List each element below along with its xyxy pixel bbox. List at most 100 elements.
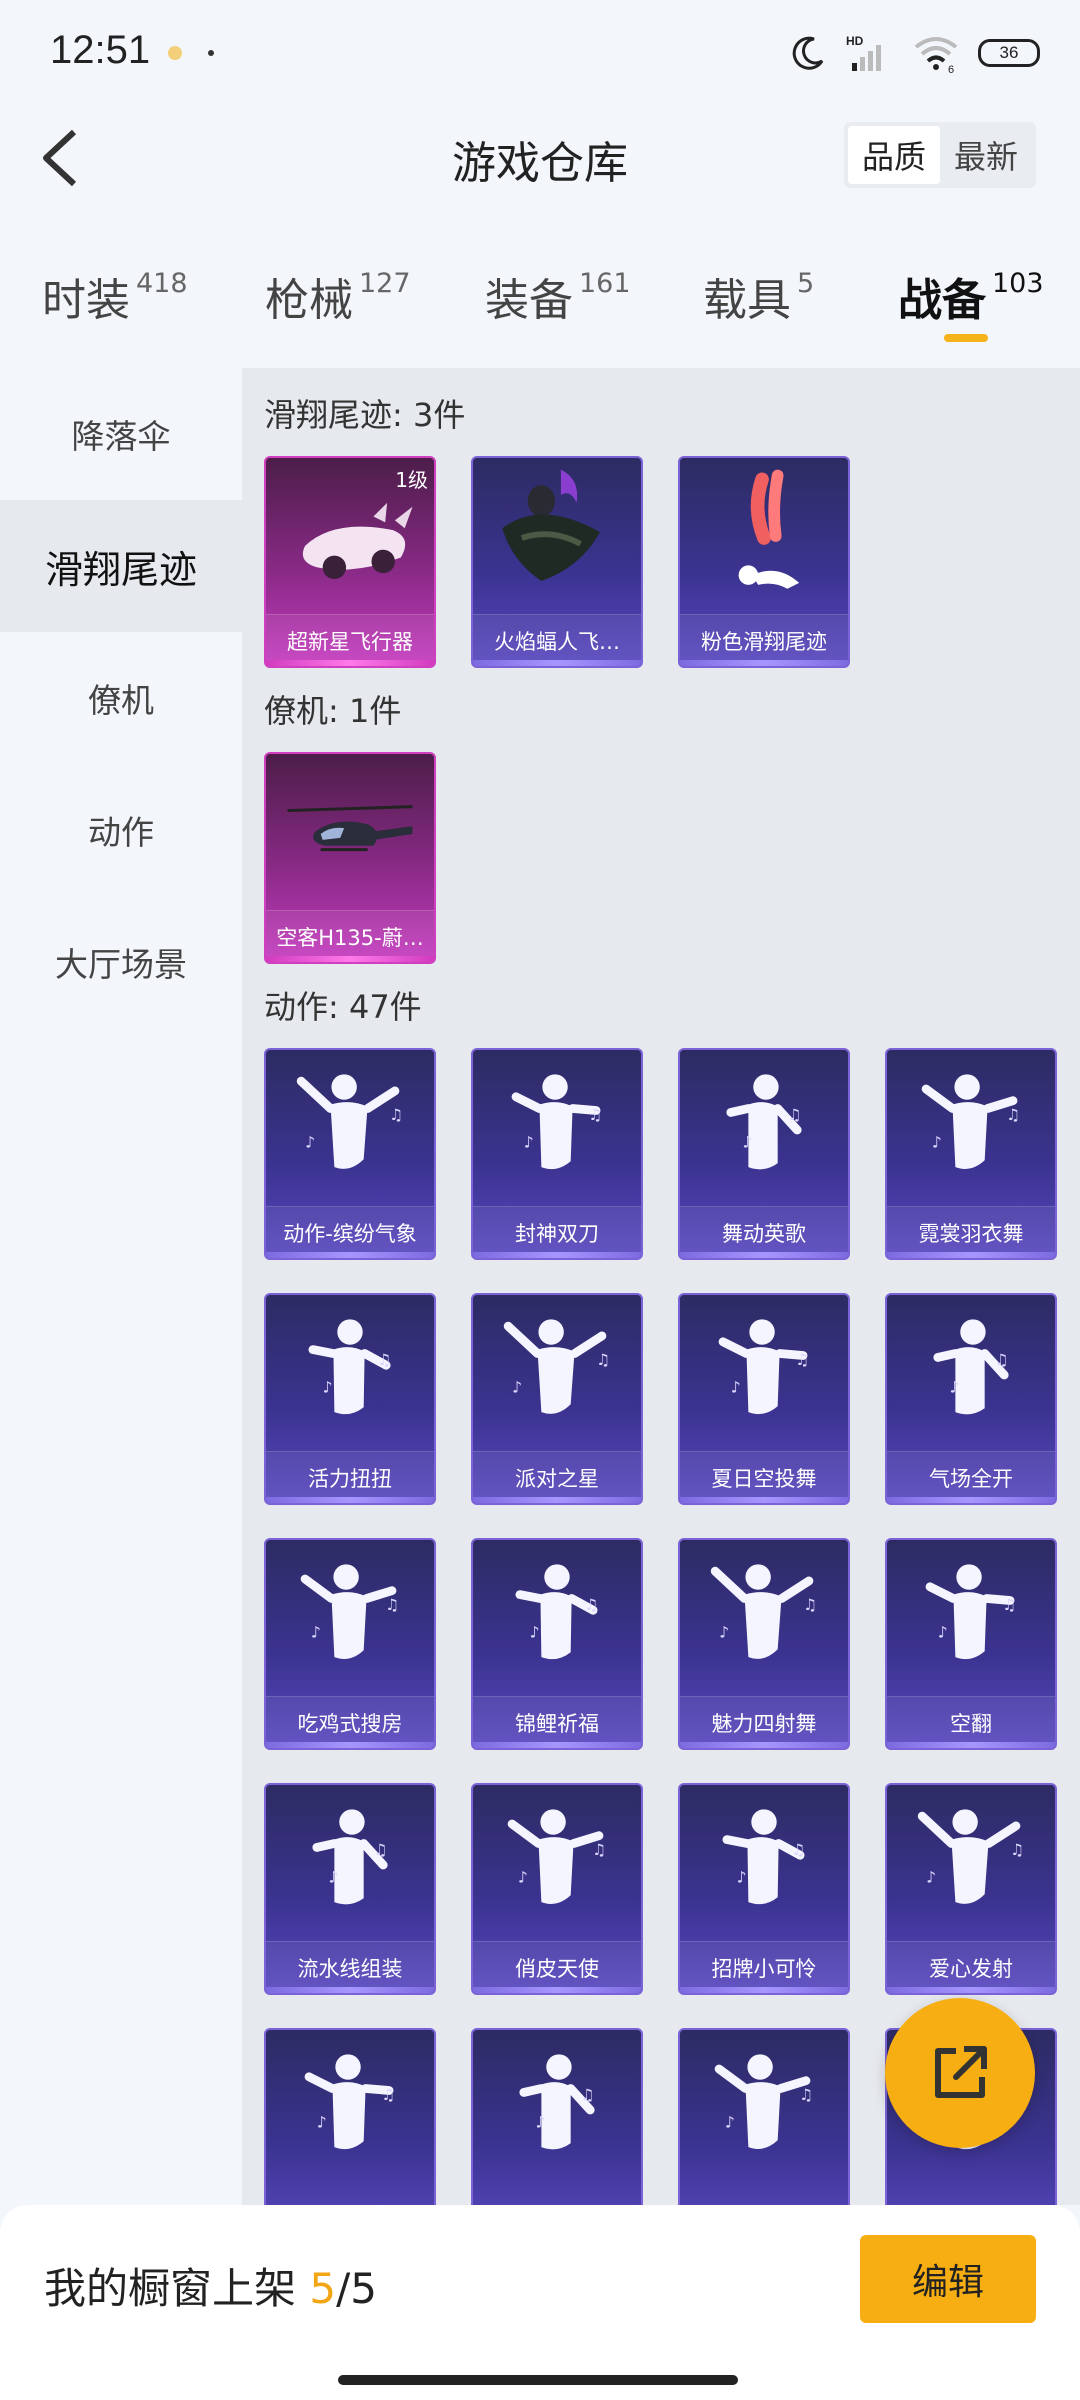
svg-text:♪: ♪ (329, 1869, 339, 1887)
item-card[interactable]: ♪ ♫ 封神双刀 (471, 1048, 643, 1260)
sort-quality-option[interactable]: 品质 (848, 126, 940, 184)
helicopter-icon (287, 805, 413, 852)
item-card[interactable]: ♪ ♫ 派对之星 (471, 1293, 643, 1505)
svg-text:♫: ♫ (791, 1841, 805, 1859)
svg-text:♪: ♪ (518, 1869, 528, 1887)
home-indicator[interactable] (338, 2375, 738, 2385)
svg-text:♪: ♪ (311, 1624, 321, 1642)
item-name: 粉色滑翔尾迹 (680, 614, 848, 666)
item-name: 夏日空投舞 (680, 1451, 848, 1503)
item-card[interactable]: ♪ ♫ 舞动英歌 (678, 1048, 850, 1260)
dance-figure-icon: ♪♫ (726, 1074, 802, 1170)
tab-vehicles[interactable]: 载具 5 (703, 264, 814, 328)
dance-figure-icon: ♪♫ (507, 1809, 606, 1904)
item-name: 魅力四射舞 (680, 1696, 848, 1748)
item-name: 气场全开 (887, 1451, 1055, 1503)
item-card[interactable]: ♪ ♫ 吃鸡式搜房 (264, 1538, 436, 1750)
sidebar-item-glide-trail[interactable]: 滑翔尾迹 (0, 500, 242, 632)
battery-icon: 36 (978, 39, 1040, 67)
dance-figure-icon: ♪♫ (304, 2054, 395, 2150)
dance-figure-icon: ♪♫ (933, 1319, 1009, 1415)
showcase-status: 我的橱窗上架 5/5 (44, 2255, 377, 2316)
dance-figure-icon: ♪♫ (300, 1564, 399, 1659)
dance-figure-icon: ♪♫ (710, 1564, 817, 1659)
svg-text:♪: ♪ (932, 1134, 942, 1152)
share-button[interactable] (885, 1998, 1035, 2148)
tab-count: 5 (797, 268, 815, 299)
sort-toggle: 品质 最新 (844, 122, 1036, 188)
item-card[interactable]: ♪ ♫ 流水线组装 (264, 1783, 436, 1995)
dance-figure-icon: ♪♫ (519, 2054, 595, 2150)
item-card[interactable]: ♪ ♫ 气场全开 (885, 1293, 1057, 1505)
status-time: 12:51 (50, 28, 151, 72)
svg-text:♫: ♫ (803, 1596, 817, 1614)
item-card[interactable]: ♪ ♫ 锦鲤祈福 (471, 1538, 643, 1750)
sidebar-item-wingman[interactable]: 僚机 (0, 632, 242, 764)
smoke-glider-figure-icon (738, 469, 800, 589)
showcase-total: /5 (336, 2264, 377, 2313)
svg-text:♪: ♪ (737, 1869, 747, 1887)
notification-dot (168, 46, 182, 60)
svg-text:♪: ♪ (719, 1624, 729, 1642)
item-card[interactable]: ♪ ♫ 爱心发射 (885, 1783, 1057, 1995)
flame-bat-figure-icon (502, 469, 600, 581)
item-name: 俏皮天使 (473, 1941, 641, 1993)
item-card[interactable]: ♪ ♫ 夏日空投舞 (678, 1293, 850, 1505)
dance-figure-icon: ♪♫ (515, 1564, 598, 1660)
dance-figure-icon: ♪♫ (503, 1319, 610, 1414)
svg-text:♫: ♫ (580, 2086, 594, 2104)
section-title-emotes: 动作: 47件 (264, 988, 422, 1026)
dance-figure-icon: ♪♫ (296, 1074, 403, 1169)
item-name: 火焰蝠人飞… (473, 614, 641, 666)
svg-text:♫: ♫ (1002, 1596, 1016, 1614)
item-card[interactable]: ♪♫ (678, 2028, 850, 2205)
item-card[interactable]: ♪ ♫ 俏皮天使 (471, 1783, 643, 1995)
item-card[interactable]: ♪♫ (471, 2028, 643, 2205)
item-name: 派对之星 (473, 1451, 641, 1503)
svg-text:♪: ♪ (725, 2114, 735, 2132)
item-card[interactable]: 空客H135-蔚… (264, 752, 436, 964)
svg-text:♪: ♪ (512, 1379, 522, 1397)
item-card[interactable]: 火焰蝠人飞… (471, 456, 643, 668)
svg-text:♫: ♫ (795, 1351, 809, 1369)
item-card[interactable]: ♪ ♫ 动作-缤纷气象 (264, 1048, 436, 1260)
item-card[interactable]: ♪ ♫ 活力扭扭 (264, 1293, 436, 1505)
notification-dot-small (208, 50, 214, 56)
sidebar-item-emotes[interactable]: 动作 (0, 764, 242, 896)
svg-text:♫: ♫ (381, 2086, 395, 2104)
item-card[interactable]: 1级 超新星飞行器 (264, 456, 436, 668)
item-card[interactable]: ♪ ♫ 空翻 (885, 1538, 1057, 1750)
bottom-bar: 我的橱窗上架 5/5 编辑 (0, 2205, 1080, 2400)
svg-text:♫: ♫ (377, 1351, 391, 1369)
dance-figure-icon: ♪♫ (921, 1074, 1020, 1169)
edit-button[interactable]: 编辑 (860, 2235, 1036, 2323)
tab-equipment[interactable]: 装备 161 (485, 264, 631, 328)
item-card[interactable]: 粉色滑翔尾迹 (678, 456, 850, 668)
svg-text:♪: ♪ (743, 1134, 753, 1152)
sort-newest-option[interactable]: 最新 (940, 126, 1032, 184)
tab-combat-gear[interactable]: 战备 103 (898, 264, 1044, 328)
item-card[interactable]: ♪ ♫ 霓裳羽衣舞 (885, 1048, 1057, 1260)
sidebar-item-parachute[interactable]: 降落伞 (0, 368, 242, 500)
sidebar: 降落伞 滑翔尾迹 僚机 动作 大厅场景 (0, 368, 242, 2205)
tab-count: 103 (992, 268, 1044, 299)
sidebar-item-lobby-scene[interactable]: 大厅场景 (0, 896, 242, 1028)
svg-text:♫: ♫ (373, 1841, 387, 1859)
item-name: 招牌小可怜 (680, 1941, 848, 1993)
tab-count: 418 (136, 268, 188, 299)
item-name: 空翻 (887, 1696, 1055, 1748)
item-card[interactable]: ♪ ♫ 魅力四射舞 (678, 1538, 850, 1750)
svg-text:♪: ♪ (950, 1379, 960, 1397)
item-name: 锦鲤祈福 (473, 1696, 641, 1748)
wifi-icon: 6 (912, 33, 960, 73)
section-title-wingman: 僚机: 1件 (264, 692, 402, 730)
svg-text:♪: ♪ (731, 1379, 741, 1397)
tab-fashion[interactable]: 时装 418 (42, 264, 188, 328)
svg-text:♫: ♫ (588, 1106, 602, 1124)
tab-guns[interactable]: 枪械 127 (265, 264, 411, 328)
svg-text:♫: ♫ (1006, 1106, 1020, 1124)
item-card[interactable]: ♪♫ (264, 2028, 436, 2205)
tab-label: 时装 (42, 275, 130, 326)
item-card[interactable]: ♪ ♫ 招牌小可怜 (678, 1783, 850, 1995)
hd-signal-icon: HD (846, 33, 894, 73)
